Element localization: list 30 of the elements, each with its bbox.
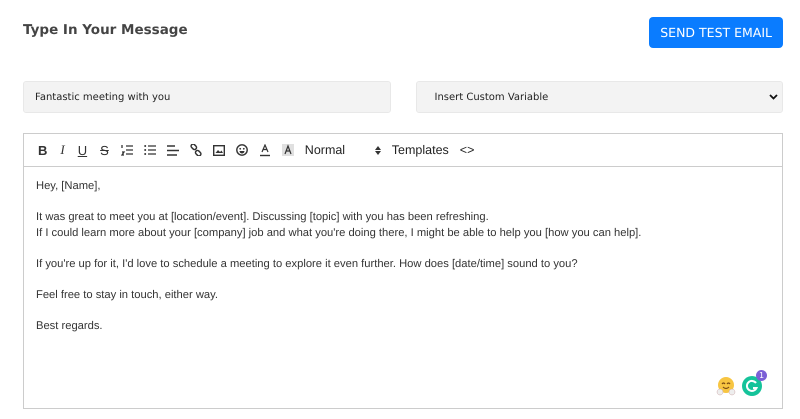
bullet-list-icon[interactable] xyxy=(144,144,156,156)
notification-badge: 1 xyxy=(756,370,767,381)
hugging-emoji-icon xyxy=(716,376,736,396)
format-button[interactable]: I xyxy=(59,142,66,158)
grammarly-icon[interactable] xyxy=(742,376,762,396)
variable-select[interactable]: Insert Custom Variable xyxy=(416,81,783,113)
link-icon[interactable] xyxy=(190,144,202,156)
smiley-icon[interactable] xyxy=(236,144,248,156)
image-icon[interactable] xyxy=(212,144,225,156)
send-test-email-button[interactable]: SEND TEST EMAIL xyxy=(649,17,783,48)
ordered-list-icon[interactable] xyxy=(120,144,133,156)
text-style-dropdown[interactable]: Normal xyxy=(304,143,381,157)
align-left-icon[interactable] xyxy=(166,144,179,156)
format-button[interactable]: S xyxy=(99,142,110,158)
toolbar-button[interactable]: <> xyxy=(460,143,474,157)
message-line: It was great to meet you at [location/event]. Discussing [topic] with you has been refreshing. xyxy=(36,210,490,225)
message-line: Feel free to stay in touch, either way. xyxy=(36,288,219,302)
highlight-icon[interactable] xyxy=(282,144,294,156)
message-line: If you're up for it, I'd love to schedule a meeting to explore it even further. How does [date/time] sound to you? xyxy=(36,256,579,272)
subject-field[interactable]: Fantastic meeting with you xyxy=(23,81,390,113)
message-line: Best regards. xyxy=(36,318,104,334)
toolbar-button[interactable]: Templates xyxy=(392,143,449,157)
format-button[interactable]: U xyxy=(76,142,88,158)
message-line: If I could learn more about your [company] job and what you're doing there, I might be able to help you [how you can help]. xyxy=(36,226,642,240)
format-button[interactable]: B xyxy=(37,142,48,158)
message-line: Hey, [Name], xyxy=(36,179,102,194)
section-title: Type In Your Message xyxy=(23,22,188,38)
text-color-icon[interactable] xyxy=(258,144,271,156)
stepper-icon xyxy=(374,146,381,154)
chevron-icon xyxy=(769,94,778,100)
